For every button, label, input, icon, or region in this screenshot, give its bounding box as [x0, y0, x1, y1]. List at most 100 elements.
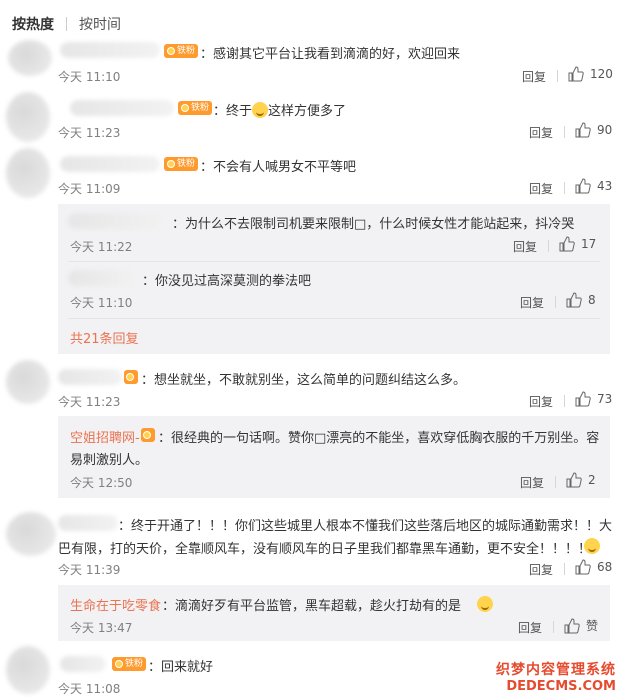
reply-button[interactable]: 回复	[520, 474, 544, 491]
comment-time: 今天 11:23	[58, 395, 121, 409]
like-label: 赞	[586, 619, 599, 633]
reply-time: 今天 11:10	[70, 296, 133, 310]
comment-time: 今天 11:23	[58, 126, 121, 140]
divider	[564, 563, 565, 575]
username-blurred[interactable]	[68, 213, 168, 229]
comment-time: 今天 11:08	[58, 682, 121, 696]
comment-text: ：想坐就坐，不敢就别坐，这么简单的问题纠结这么多。	[141, 373, 467, 388]
like-count: 73	[597, 392, 613, 406]
like-button[interactable]: 17	[559, 236, 596, 252]
like-count: 8	[588, 293, 596, 307]
like-button[interactable]: 2	[566, 472, 596, 488]
like-button[interactable]: 120	[568, 66, 613, 82]
sort-tabs: 按热度 按时间	[12, 14, 121, 34]
like-button[interactable]: 73	[575, 391, 612, 407]
username-blurred[interactable]	[58, 515, 118, 531]
thumbs-up-icon	[566, 472, 582, 488]
thumbs-up-icon	[566, 292, 582, 308]
username-blurred[interactable]	[68, 270, 138, 286]
like-count: 120	[590, 67, 613, 81]
tab-hot[interactable]: 按热度	[12, 14, 54, 34]
like-count: 17	[581, 237, 597, 251]
reply-button[interactable]: 回复	[529, 124, 553, 141]
crying-emoji-icon	[584, 538, 600, 554]
watermark-title: 织梦内容管理系统	[496, 662, 616, 678]
reply-username[interactable]: 空姐招聘网-	[70, 427, 140, 446]
divider	[557, 70, 558, 82]
comment-text: ：感谢其它平台让我看到滴滴的好，欢迎回来	[200, 47, 461, 62]
username-blurred[interactable]	[60, 42, 160, 58]
reply-button[interactable]: 回复	[518, 619, 542, 636]
username-blurred[interactable]	[60, 156, 160, 172]
comment-text-line2: 巴有限，打的天价，全靠顺风车，没有顺风车的日子里我们都靠黑车通勤，更不安全！！！…	[58, 542, 592, 557]
like-count: 2	[588, 473, 596, 487]
watermark-url: DEDECMS.COM	[506, 679, 616, 694]
reply-text: ：滴滴好歹有平台监管，黑车超载，趁火打劫有的是	[162, 599, 462, 614]
fan-badge: 铁粉	[164, 44, 199, 58]
thumbs-up-icon	[575, 391, 591, 407]
divider	[548, 240, 549, 252]
divider	[555, 476, 556, 488]
reply-text: ：为什么不去限制司机要来限制□，什么时候女性才能站起来，抖冷哭	[172, 217, 575, 232]
tab-divider	[66, 17, 67, 31]
reply-button[interactable]: 回复	[529, 393, 553, 410]
fan-badge: 铁粉	[112, 657, 147, 671]
comment-text: ：终于 这样方便多了	[213, 102, 347, 119]
divider	[564, 126, 565, 138]
reply-time: 今天 11:22	[70, 240, 133, 254]
like-button[interactable]: 68	[575, 559, 612, 575]
like-button[interactable]: 赞	[564, 617, 598, 634]
divider	[564, 182, 565, 194]
comment-text-line1: ：终于开通了！！！你们这些城里人根本不懂我们这些落后地区的城际通勤需求！！大	[118, 519, 613, 534]
fan-badge: 铁粉	[178, 101, 213, 115]
reply-text-line1: ：很经典的一句话啊。赞你□漂亮的不能坐，喜欢穿低胸衣服的千万别坐。容	[158, 431, 600, 446]
avatar[interactable]	[6, 646, 50, 694]
thumbs-up-icon	[564, 617, 580, 633]
avatar[interactable]	[6, 512, 56, 556]
reply-button[interactable]: 回复	[529, 561, 553, 578]
avatar[interactable]	[8, 40, 52, 76]
reply-button[interactable]: 回复	[513, 238, 537, 255]
thumbs-up-icon	[568, 66, 584, 82]
tab-time[interactable]: 按时间	[79, 14, 121, 34]
fan-badge	[141, 428, 155, 442]
thumbs-up-icon	[559, 236, 575, 252]
avatar[interactable]	[6, 92, 50, 142]
reply-divider	[68, 318, 600, 319]
reply-divider	[68, 261, 600, 262]
comment-time: 今天 11:39	[58, 563, 121, 577]
like-button[interactable]: 90	[575, 122, 612, 138]
like-count: 90	[597, 123, 613, 137]
thumbs-up-icon	[575, 122, 591, 138]
comment-text: ：回来就好	[148, 660, 214, 675]
like-count: 43	[597, 179, 613, 193]
comment-text: ：不会有人喊男女不平等吧	[200, 160, 357, 175]
thumbs-up-icon	[575, 559, 591, 575]
laughing-emoji-icon	[252, 102, 269, 118]
like-button[interactable]: 8	[566, 292, 596, 308]
username-blurred[interactable]	[60, 656, 106, 672]
divider	[555, 296, 556, 308]
divider	[564, 395, 565, 407]
username-blurred[interactable]	[70, 100, 174, 116]
reply-button[interactable]: 回复	[522, 68, 546, 85]
reply-text: ：你没见过高深莫测的拳法吧	[142, 274, 312, 289]
reply-time: 今天 12:50	[70, 476, 133, 490]
like-button[interactable]: 43	[575, 178, 612, 194]
username-blurred[interactable]	[58, 369, 122, 385]
reply-text-line2: 易刺激别人。	[70, 453, 149, 468]
fan-badge: 铁粉	[164, 157, 199, 171]
reply-time: 今天 13:47	[70, 621, 133, 635]
reply-username[interactable]: 生命在于吃零食	[70, 595, 161, 614]
reply-button[interactable]: 回复	[520, 294, 544, 311]
avatar[interactable]	[6, 360, 50, 404]
like-count: 68	[597, 560, 613, 574]
comment-time: 今天 11:09	[58, 182, 121, 196]
fan-badge	[124, 370, 138, 384]
avatar[interactable]	[6, 148, 50, 198]
watermark: 织梦内容管理系统 DEDECMS.COM	[496, 659, 616, 694]
surprised-emoji-icon	[477, 596, 494, 612]
divider	[553, 621, 554, 633]
more-replies-link[interactable]: 共21条回复	[70, 328, 139, 347]
reply-button[interactable]: 回复	[529, 180, 553, 197]
